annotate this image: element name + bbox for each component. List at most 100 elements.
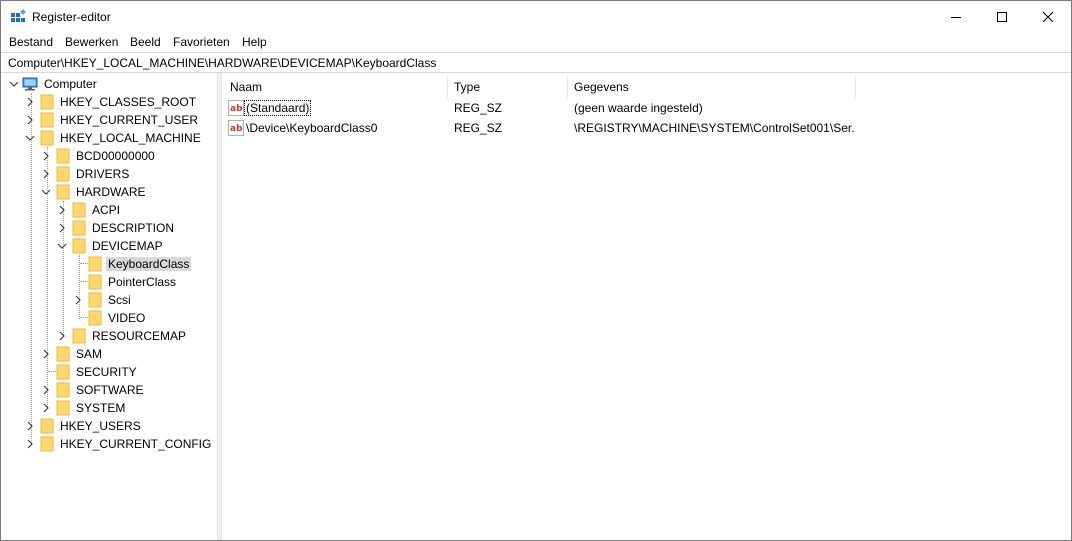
- tree-item[interactable]: HKEY_USERS: [1, 417, 217, 435]
- table-row[interactable]: ab \Device\KeyboardClass0 REG_SZ \REGIST…: [222, 118, 1071, 138]
- chevron-right-icon[interactable]: [40, 348, 52, 360]
- tree-item[interactable]: Scsi: [1, 291, 217, 309]
- registry-editor-window: Register-editor Bestand Bewerken Beeld F…: [0, 0, 1072, 541]
- chevron-right-icon[interactable]: [24, 114, 36, 126]
- address-bar[interactable]: Computer\HKEY_LOCAL_MACHINE\HARDWARE\DEV…: [1, 52, 1071, 73]
- value-type: REG_SZ: [454, 121, 503, 135]
- tree-item[interactable]: DRIVERS: [1, 165, 217, 183]
- column-header-name[interactable]: Naam: [230, 77, 262, 99]
- chevron-down-icon[interactable]: [56, 240, 68, 252]
- menu-bar: Bestand Bewerken Beeld Favorieten Help: [1, 32, 1071, 52]
- values-list[interactable]: Naam Type Gegevens ab (Standaard) REG_SZ…: [222, 73, 1071, 540]
- folder-icon: [40, 418, 54, 434]
- menu-help[interactable]: Help: [242, 35, 267, 49]
- tree-label: SOFTWARE: [76, 383, 144, 397]
- menu-favorites[interactable]: Favorieten: [173, 35, 230, 49]
- tree-label: HARDWARE: [76, 185, 146, 199]
- close-button[interactable]: [1025, 1, 1071, 32]
- tree-item[interactable]: VIDEO: [1, 309, 217, 327]
- chevron-right-icon[interactable]: [24, 438, 36, 450]
- value-data: \REGISTRY\MACHINE\SYSTEM\ControlSet001\S…: [574, 121, 854, 135]
- minimize-icon: [951, 16, 961, 18]
- chevron-down-icon[interactable]: [8, 78, 20, 90]
- folder-icon: [40, 94, 54, 110]
- tree-item-computer[interactable]: Computer: [1, 75, 217, 93]
- chevron-right-icon[interactable]: [56, 330, 68, 342]
- tree-item[interactable]: KeyboardClass: [1, 255, 217, 273]
- tree-label: HKEY_CURRENT_CONFIG: [60, 437, 212, 451]
- value-data: (geen waarde ingesteld): [574, 101, 703, 115]
- tree-item[interactable]: DEVICEMAP: [1, 237, 217, 255]
- folder-icon: [56, 166, 70, 182]
- folder-icon: [40, 436, 54, 452]
- chevron-right-icon[interactable]: [40, 150, 52, 162]
- tree-label: HKEY_CLASSES_ROOT: [60, 95, 197, 109]
- window-title: Register-editor: [32, 10, 111, 24]
- tree-item[interactable]: HKEY_CURRENT_CONFIG: [1, 435, 217, 453]
- chevron-right-icon[interactable]: [24, 420, 36, 432]
- tree-label: SECURITY: [76, 365, 137, 379]
- menu-view[interactable]: Beeld: [130, 35, 161, 49]
- folder-icon: [88, 256, 102, 272]
- tree-label: PointerClass: [108, 275, 177, 289]
- menu-file[interactable]: Bestand: [9, 35, 53, 49]
- folder-icon: [56, 400, 70, 416]
- tree-item[interactable]: BCD00000000: [1, 147, 217, 165]
- tree-label: DEVICEMAP: [92, 239, 163, 253]
- string-value-icon: ab: [228, 100, 244, 116]
- tree-item[interactable]: RESOURCEMAP: [1, 327, 217, 345]
- tree-item[interactable]: SAM: [1, 345, 217, 363]
- tree-item[interactable]: SECURITY: [1, 363, 217, 381]
- chevron-right-icon[interactable]: [24, 96, 36, 108]
- close-icon: [1043, 11, 1053, 22]
- tree-pane[interactable]: Computer HKEY_CLASSES_ROOT HKEY_CURRENT_U…: [1, 73, 217, 540]
- tree-item[interactable]: SYSTEM: [1, 399, 217, 417]
- folder-icon: [56, 184, 70, 200]
- folder-icon: [88, 274, 102, 290]
- tree-label-computer: Computer: [44, 77, 97, 91]
- tree-item[interactable]: DESCRIPTION: [1, 219, 217, 237]
- maximize-button[interactable]: [979, 1, 1025, 32]
- chevron-right-icon[interactable]: [72, 294, 84, 306]
- folder-icon: [88, 292, 102, 308]
- folder-icon: [56, 148, 70, 164]
- address-path[interactable]: Computer\HKEY_LOCAL_MACHINE\HARDWARE\DEV…: [8, 56, 436, 70]
- chevron-right-icon[interactable]: [56, 204, 68, 216]
- tree-label: SAM: [76, 347, 103, 361]
- folder-icon: [72, 202, 86, 218]
- chevron-right-icon[interactable]: [56, 222, 68, 234]
- tree-item[interactable]: HKEY_CLASSES_ROOT: [1, 93, 217, 111]
- column-divider[interactable]: [855, 77, 856, 99]
- table-row[interactable]: ab (Standaard) REG_SZ (geen waarde inges…: [222, 98, 1071, 118]
- folder-icon: [56, 364, 70, 380]
- tree-item[interactable]: HKEY_LOCAL_MACHINE: [1, 129, 217, 147]
- tree-item[interactable]: HKEY_CURRENT_USER: [1, 111, 217, 129]
- column-divider[interactable]: [567, 77, 568, 99]
- chevron-right-icon[interactable]: [40, 402, 52, 414]
- chevron-down-icon[interactable]: [24, 132, 36, 144]
- tree-item[interactable]: ACPI: [1, 201, 217, 219]
- tree-label: Scsi: [108, 293, 131, 307]
- tree-label: DESCRIPTION: [92, 221, 175, 235]
- tree-label: SYSTEM: [76, 401, 126, 415]
- tree-label: VIDEO: [108, 311, 146, 325]
- tree-item[interactable]: SOFTWARE: [1, 381, 217, 399]
- tree-item[interactable]: HARDWARE: [1, 183, 217, 201]
- folder-icon: [40, 130, 54, 146]
- title-bar[interactable]: Register-editor: [1, 1, 1071, 32]
- column-header-data[interactable]: Gegevens: [574, 77, 629, 99]
- tree-label: KeyboardClass: [106, 257, 192, 271]
- tree-label: HKEY_LOCAL_MACHINE: [60, 131, 201, 145]
- menu-edit[interactable]: Bewerken: [65, 35, 118, 49]
- value-name: (Standaard): [243, 100, 312, 116]
- column-divider[interactable]: [447, 77, 448, 99]
- column-header-type[interactable]: Type: [454, 77, 480, 99]
- computer-icon: [22, 77, 38, 91]
- chevron-right-icon[interactable]: [40, 168, 52, 180]
- tree-label: HKEY_CURRENT_USER: [60, 113, 199, 127]
- chevron-right-icon[interactable]: [40, 384, 52, 396]
- folder-icon: [88, 310, 102, 326]
- chevron-down-icon[interactable]: [40, 186, 52, 198]
- minimize-button[interactable]: [933, 1, 979, 32]
- tree-item[interactable]: PointerClass: [1, 273, 217, 291]
